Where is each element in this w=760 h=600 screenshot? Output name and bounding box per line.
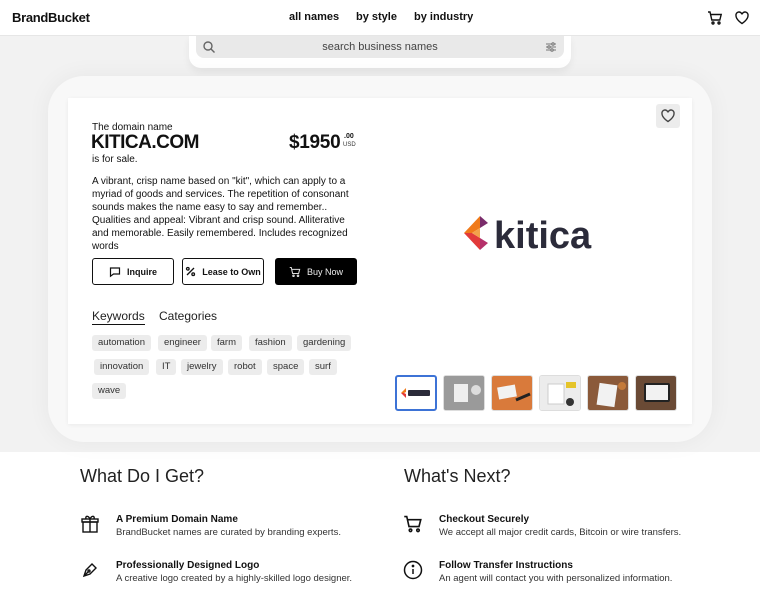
feature-text: We accept all major credit cards, Bitcoi… [439,527,682,538]
thumbnail-mockup-3[interactable] [539,375,581,411]
search-placeholder: search business names [322,41,438,53]
keyword-tag[interactable]: automation [92,335,152,351]
keyword-tag[interactable]: wave [92,383,127,399]
info-icon [403,560,423,580]
pen-icon [80,560,100,580]
what-do-i-get-heading: What Do I Get? [80,466,205,486]
feature-title: A Premium Domain Name [116,514,238,525]
price-currency: USD [343,142,356,148]
keyword-tag[interactable]: robot [228,359,262,375]
tab-categories[interactable]: Categories [159,309,217,323]
feature-title: Checkout Securely [439,514,530,525]
search-input[interactable]: search business names [196,36,564,58]
kitica-logo: kitica [464,215,592,257]
keyword-tag[interactable]: engineer [158,335,207,351]
buy-now-label: Buy Now [306,266,343,277]
keyword-tag[interactable]: gardening [297,335,352,351]
lease-to-own-button[interactable]: Lease to Own [182,258,264,285]
thumbnail-mockup-4[interactable] [587,375,629,411]
lease-label: Lease to Own [202,266,261,277]
buy-now-button[interactable]: Buy Now [275,258,357,285]
keyword-tag[interactable]: IT [156,359,177,375]
heart-icon[interactable] [734,10,750,26]
for-sale-text: is for sale. [92,154,138,165]
price-cents: .00 [344,133,354,140]
inquire-button[interactable]: Inquire [92,258,174,285]
feature-title: Follow Transfer Instructions [439,560,573,571]
keyword-tag[interactable]: surf [309,359,337,375]
keyword-tag[interactable]: jewelry [181,359,223,375]
main-nav: all names by style by industry [0,11,760,27]
filter-icon[interactable] [544,40,558,54]
favorite-button[interactable] [656,104,680,128]
whats-next-heading: What's Next? [404,466,511,486]
thumbnail-mockup-2[interactable] [491,375,533,411]
price: $1950 [289,132,341,153]
svg-text:kitica: kitica [494,215,592,257]
domain-description: A vibrant, crisp name based on "kit", wh… [92,176,349,252]
keyword-tag[interactable]: fashion [249,335,292,351]
feature-text: An agent will contact you with personali… [439,573,673,584]
heart-icon [661,109,675,123]
keyword-tag[interactable]: farm [211,335,242,351]
cart-icon [289,266,301,277]
nav-by-industry[interactable]: by industry [414,11,473,23]
thumbnail-mockup-1[interactable] [443,375,485,411]
feature-text: A creative logo created by a highly-skil… [116,573,353,584]
inquire-label: Inquire [126,266,157,277]
cart-icon[interactable] [707,10,723,26]
keyword-tag[interactable]: innovation [94,359,150,375]
cart-icon [403,514,423,534]
domain-name: KITICA.COM [91,132,199,153]
thumbnail-mockup-5[interactable] [635,375,677,411]
keyword-tag[interactable]: space [267,359,305,375]
percent-icon [186,266,196,277]
feature-text: BrandBucket names are curated by brandin… [116,527,341,538]
tab-keywords[interactable]: Keywords [92,309,145,325]
nav-all-names[interactable]: all names [289,11,339,23]
thumbnail-logo[interactable] [395,375,437,411]
nav-by-style[interactable]: by style [356,11,397,23]
chat-icon [109,266,121,277]
feature-title: Professionally Designed Logo [116,560,260,571]
gift-icon [80,514,100,534]
top-bar: BrandBucket all names by style by indust… [0,0,760,36]
